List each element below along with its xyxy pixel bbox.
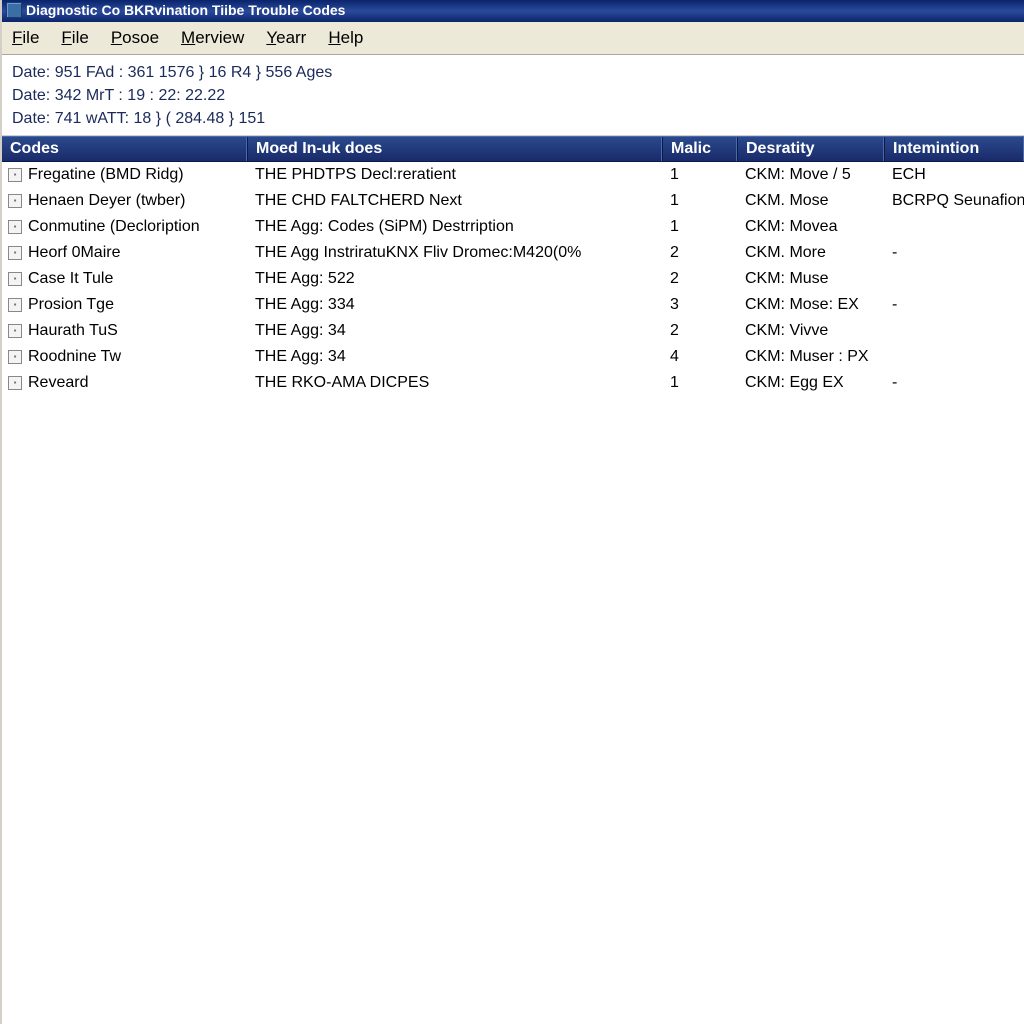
row-item-icon: [8, 298, 22, 312]
row-item-icon: [8, 324, 22, 338]
cell-malic: 1: [662, 371, 737, 395]
table-body: Fregatine (BMD Ridg) THE PHDTPS Decl:rera…: [2, 162, 1024, 396]
row-item-icon: [8, 168, 22, 182]
cell-moed: THE Agg: Codes (SiPM) Destrription: [247, 215, 662, 239]
row-item-icon: [8, 376, 22, 390]
cell-intem: BCRPQ Seunafion: [884, 189, 1024, 213]
app-window: Diagnostic Co BKRvination Tiibe Trouble …: [0, 0, 1024, 1024]
codes-table: Codes Moed In-uk does Malic Desratity In…: [2, 136, 1024, 1024]
cell-moed: THE Agg: 34: [247, 319, 662, 343]
table-row[interactable]: Case It Tule THE Agg: 5222CKM: Muse: [2, 266, 1024, 292]
cell-desr: CKM. Mose: [737, 189, 884, 213]
cell-codes-text: Fregatine (BMD Ridg): [28, 163, 184, 187]
cell-codes-text: Conmutine (Decloription: [28, 215, 200, 239]
menu-file-0[interactable]: File: [8, 26, 43, 50]
cell-malic: 2: [662, 319, 737, 343]
info-line-1: Date: 951 FAd : 361 1576 } 16 R4 } 556 A…: [12, 61, 1014, 84]
cell-malic: 3: [662, 293, 737, 317]
row-item-icon: [8, 194, 22, 208]
cell-desr: CKM: Mose: EX: [737, 293, 884, 317]
cell-codes-text: Haurath TuS: [28, 319, 118, 343]
cell-moed: THE RKO-AMA DICPES: [247, 371, 662, 395]
cell-codes: Henaen Deyer (twber): [2, 189, 247, 213]
cell-moed: THE PHDTPS Decl:reratient: [247, 163, 662, 187]
cell-malic: 1: [662, 189, 737, 213]
cell-malic: 2: [662, 241, 737, 265]
menu-yearr-4[interactable]: Yearr: [262, 26, 310, 50]
table-row[interactable]: Fregatine (BMD Ridg) THE PHDTPS Decl:rera…: [2, 162, 1024, 188]
cell-codes: Roodnine Tw: [2, 345, 247, 369]
info-line-3: Date: 741 wATT: 18 } ( 284.48 } 151: [12, 107, 1014, 130]
col-header-malic[interactable]: Malic: [662, 137, 737, 161]
cell-moed: THE Agg: 522: [247, 267, 662, 291]
cell-intem: ECH: [884, 163, 1024, 187]
table-row[interactable]: Reveard THE RKO-AMA DICPES1CKM: Egg EX-: [2, 370, 1024, 396]
row-item-icon: [8, 350, 22, 364]
cell-desr: CKM: Movea: [737, 215, 884, 239]
cell-codes: Fregatine (BMD Ridg): [2, 163, 247, 187]
table-row[interactable]: Haurath TuS THE Agg: 342CKM: Vivve: [2, 318, 1024, 344]
cell-desr: CKM: Egg EX: [737, 371, 884, 395]
cell-codes: Reveard: [2, 371, 247, 395]
row-item-icon: [8, 272, 22, 286]
cell-desr: CKM: Vivve: [737, 319, 884, 343]
table-row[interactable]: Prosion Tge THE Agg: 3343CKM: Mose: EX-: [2, 292, 1024, 318]
cell-malic: 1: [662, 163, 737, 187]
cell-intem: -: [884, 371, 1024, 395]
cell-moed: THE Agg: 34: [247, 345, 662, 369]
cell-codes-text: Heorf 0Maire: [28, 241, 120, 265]
cell-desr: CKM: Move / 5: [737, 163, 884, 187]
cell-codes: Case It Tule: [2, 267, 247, 291]
cell-codes-text: Reveard: [28, 371, 88, 395]
cell-malic: 4: [662, 345, 737, 369]
table-header: Codes Moed In-uk does Malic Desratity In…: [2, 136, 1024, 162]
menu-merview-3[interactable]: Merview: [177, 26, 248, 50]
cell-codes-text: Prosion Tge: [28, 293, 114, 317]
table-row[interactable]: Henaen Deyer (twber) THE CHD FALTCHERD Ne…: [2, 188, 1024, 214]
menubar: File File Posoe Merview Yearr Help: [2, 22, 1024, 55]
col-header-desr[interactable]: Desratity: [737, 137, 884, 161]
cell-codes-text: Roodnine Tw: [28, 345, 121, 369]
col-header-codes[interactable]: Codes: [2, 137, 247, 161]
info-panel: Date: 951 FAd : 361 1576 } 16 R4 } 556 A…: [2, 55, 1024, 136]
menu-file-1[interactable]: File: [57, 26, 92, 50]
cell-malic: 2: [662, 267, 737, 291]
col-header-intem[interactable]: Intemintion: [884, 137, 1024, 161]
cell-desr: CKM. More: [737, 241, 884, 265]
cell-codes-text: Henaen Deyer (twber): [28, 189, 185, 213]
table-row[interactable]: Roodnine Tw THE Agg: 344CKM: Muser : PX: [2, 344, 1024, 370]
table-row[interactable]: Conmutine (Decloription THE Agg: Codes (S…: [2, 214, 1024, 240]
cell-codes: Heorf 0Maire: [2, 241, 247, 265]
table-row[interactable]: Heorf 0Maire THE Agg InstriratuKNX Fliv D…: [2, 240, 1024, 266]
window-title: Diagnostic Co BKRvination Tiibe Trouble …: [26, 2, 345, 18]
cell-moed: THE Agg InstriratuKNX Fliv Dromec:M420(0…: [247, 241, 662, 265]
cell-codes: Prosion Tge: [2, 293, 247, 317]
cell-codes-text: Case It Tule: [28, 267, 113, 291]
cell-moed: THE Agg: 334: [247, 293, 662, 317]
cell-malic: 1: [662, 215, 737, 239]
cell-intem: -: [884, 241, 1024, 265]
menu-posoe-2[interactable]: Posoe: [107, 26, 163, 50]
row-item-icon: [8, 246, 22, 260]
menu-help-5[interactable]: Help: [324, 26, 367, 50]
col-header-moed[interactable]: Moed In-uk does: [247, 137, 662, 161]
cell-intem: -: [884, 293, 1024, 317]
cell-codes: Haurath TuS: [2, 319, 247, 343]
cell-codes: Conmutine (Decloription: [2, 215, 247, 239]
cell-desr: CKM: Muser : PX: [737, 345, 884, 369]
app-icon: [6, 2, 22, 18]
titlebar[interactable]: Diagnostic Co BKRvination Tiibe Trouble …: [2, 0, 1024, 22]
row-item-icon: [8, 220, 22, 234]
cell-desr: CKM: Muse: [737, 267, 884, 291]
info-line-2: Date: 342 MrT : 19 : 22: 22.22: [12, 84, 1014, 107]
cell-moed: THE CHD FALTCHERD Next: [247, 189, 662, 213]
